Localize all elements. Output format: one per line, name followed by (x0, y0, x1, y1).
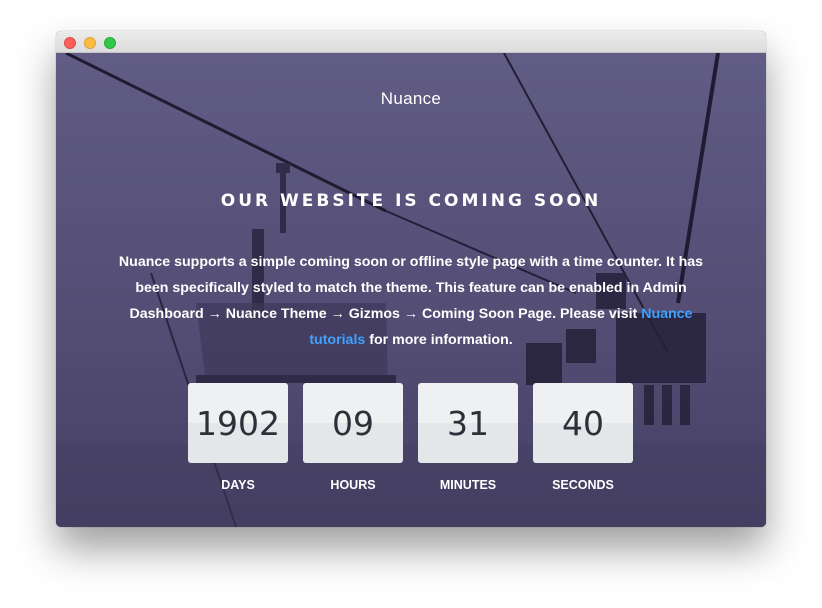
countdown-seconds-label: SECONDS (552, 478, 614, 492)
countdown-minutes-label: MINUTES (439, 478, 497, 492)
coming-soon-headline: OUR WEBSITE IS COMING SOON (220, 191, 602, 211)
countdown-seconds: 40 SECONDS (533, 383, 633, 492)
description-text-end: for more information. (365, 332, 513, 348)
countdown-hours-label: HOURS (330, 478, 376, 492)
countdown-days-label: DAYS (221, 478, 255, 492)
coming-soon-description: Nuance supports a simple coming soon or … (108, 249, 714, 353)
browser-window: Nuance OUR WEBSITE IS COMING SOON Nuance… (56, 31, 766, 527)
maximize-window-button[interactable] (104, 37, 116, 49)
countdown-days-value: 1902 (188, 383, 288, 463)
site-brand-title: Nuance (380, 89, 442, 108)
countdown-seconds-value: 40 (533, 383, 633, 463)
countdown-hours: 09 HOURS (303, 383, 403, 492)
countdown-hours-value: 09 (303, 383, 403, 463)
close-window-button[interactable] (64, 37, 76, 49)
minimize-window-button[interactable] (84, 37, 96, 49)
window-titlebar (56, 31, 766, 53)
countdown-minutes: 31 MINUTES (418, 383, 518, 492)
coming-soon-page: Nuance OUR WEBSITE IS COMING SOON Nuance… (56, 53, 766, 527)
countdown-minutes-value: 31 (418, 383, 518, 463)
description-text-start: Nuance supports a simple coming soon or … (118, 254, 704, 322)
countdown-days: 1902 DAYS (188, 383, 288, 492)
